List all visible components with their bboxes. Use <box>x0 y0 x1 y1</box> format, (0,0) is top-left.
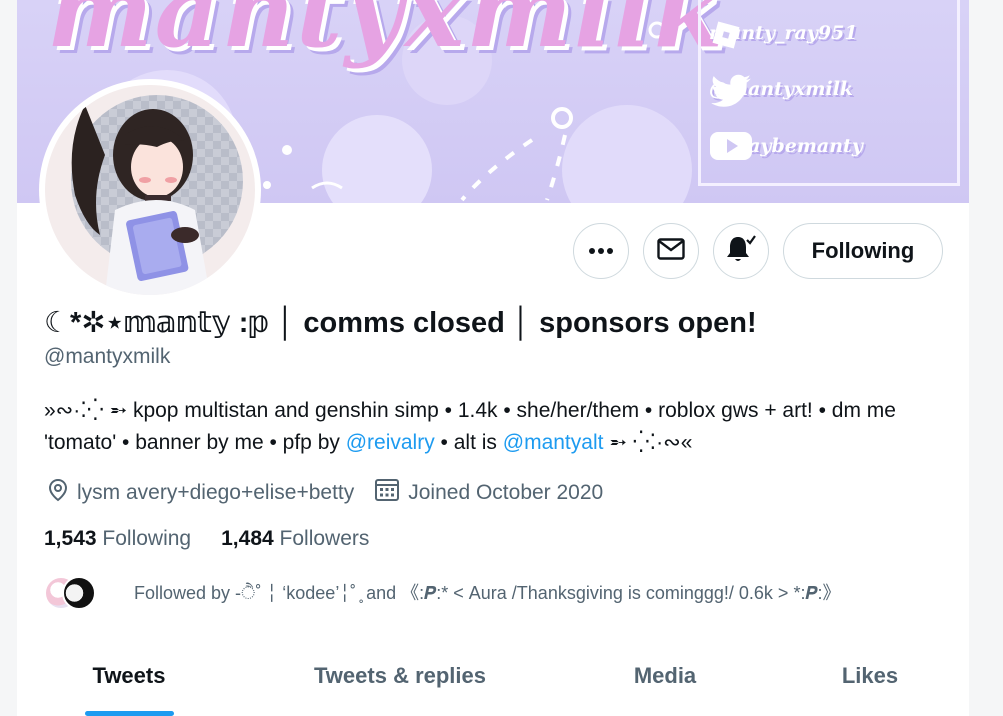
followers-label: Followers <box>279 527 370 550</box>
profile-column: mantyxmilk manty_ray951 @mantyxmilk @may… <box>17 0 969 716</box>
followed-by-text: Followed by -ੈ˚ ╎ ‘kodee’╎˚ ̥ and 《:𝜬:* … <box>134 583 841 603</box>
display-name: ☾*✲⋆𝕞𝕒𝕟𝕥𝕪 :𝕡 │ comms closed │ sponsors o… <box>44 307 757 339</box>
bio: »∾·⁚⁛ ➵ kpop multistan and genshin simp … <box>44 395 949 459</box>
page-background-left <box>0 0 17 716</box>
page-background-right <box>969 0 1003 716</box>
banner-social-roblox: manty_ray951 <box>709 18 868 49</box>
banner-title: mantyxmilk <box>47 0 726 70</box>
followed-by[interactable]: Followed by -ੈ˚ ╎ ‘kodee’╎˚ ̥ and 《:𝜬:* … <box>44 576 841 610</box>
profile-meta: lysm avery+diego+elise+betty Joined Octo… <box>47 478 623 508</box>
follow-counts: 1,543 Following 1,484 Followers <box>44 527 399 551</box>
follower-avatars <box>44 576 96 610</box>
mail-icon <box>657 237 685 265</box>
mention-link[interactable]: @reivalry <box>346 431 435 454</box>
following-count-link[interactable]: 1,543 Following <box>44 527 191 551</box>
notifications-button[interactable] <box>713 223 769 279</box>
tab-tweets[interactable]: Tweets <box>69 648 189 703</box>
followers-count-link[interactable]: 1,484 Followers <box>221 527 369 551</box>
handle: @mantyxmilk <box>44 345 171 368</box>
banner-social-twitter: @mantyxmilk <box>709 74 863 107</box>
followers-count: 1,484 <box>221 527 274 550</box>
bio-text: ➵ ⁛⁚·∾« <box>603 431 693 454</box>
more-button[interactable] <box>573 223 629 279</box>
location: lysm avery+diego+elise+betty <box>47 478 354 508</box>
location-text: lysm avery+diego+elise+betty <box>77 481 355 504</box>
calendar-icon <box>374 478 400 508</box>
following-button[interactable]: Following <box>783 223 943 279</box>
tab-likes[interactable]: Likes <box>817 648 923 703</box>
following-label: Following <box>102 527 192 550</box>
tab-tweets-replies[interactable]: Tweets & replies <box>290 648 510 703</box>
avatar <box>62 576 96 610</box>
tab-media[interactable]: Media <box>607 648 723 703</box>
join-date: Joined October 2020 <box>374 478 603 508</box>
mention-link[interactable]: @mantyalt <box>503 431 604 454</box>
following-count: 1,543 <box>44 527 97 550</box>
join-date-text: Joined October 2020 <box>408 481 604 504</box>
bio-text: • alt is <box>434 431 503 454</box>
profile-actions: Following <box>17 223 969 279</box>
banner-social-youtube: @maybemanty <box>709 131 873 161</box>
location-pin-icon <box>47 478 69 508</box>
more-icon <box>588 242 614 260</box>
message-button[interactable] <box>643 223 699 279</box>
active-tab-indicator <box>85 711 174 716</box>
profile-tabs: Tweets Tweets & replies Media Likes <box>17 648 969 716</box>
bell-subscribed-icon <box>725 234 757 269</box>
